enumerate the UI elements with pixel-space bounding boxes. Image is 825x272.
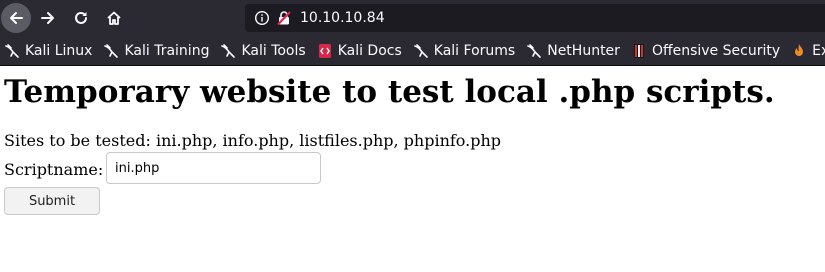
scriptname-input[interactable] <box>106 152 321 184</box>
bookmark-label: Kali Forums <box>433 42 516 59</box>
browser-toolbar: 10.10.10.84 <box>0 0 825 36</box>
page-content: Temporary website to test local .php scr… <box>0 66 825 272</box>
kali-docs-icon <box>317 43 333 59</box>
scriptname-label: Scriptname: <box>4 160 104 179</box>
exploit-db-icon <box>791 43 807 59</box>
bookmark-exploit-db[interactable]: Exploit <box>787 39 825 63</box>
kali-dragon-icon <box>4 43 20 59</box>
back-arrow-icon <box>10 12 23 24</box>
reload-button[interactable] <box>66 3 96 33</box>
bookmark-kali-linux[interactable]: Kali Linux <box>0 39 97 63</box>
bookmarks-toolbar: Kali Linux Kali Training Kali Tools Kali… <box>0 36 825 66</box>
url-bar[interactable]: 10.10.10.84 <box>245 4 825 32</box>
kali-dragon-icon <box>413 43 429 59</box>
url-text[interactable]: 10.10.10.84 <box>300 10 385 26</box>
kali-dragon-icon <box>526 43 542 59</box>
bookmark-kali-docs[interactable]: Kali Docs <box>313 39 407 63</box>
forward-arrow-icon <box>41 12 54 24</box>
kali-dragon-icon <box>103 43 119 59</box>
bookmark-label: Kali Training <box>124 42 210 59</box>
home-icon <box>107 11 121 25</box>
bookmark-kali-tools[interactable]: Kali Tools <box>216 39 310 63</box>
info-icon[interactable] <box>254 10 270 26</box>
bookmark-label: Kali Tools <box>241 42 306 59</box>
reload-icon <box>75 11 87 24</box>
bookmark-label: Kali Linux <box>25 42 93 59</box>
page-title: Temporary website to test local .php scr… <box>4 74 775 110</box>
offsec-icon <box>631 43 647 59</box>
submit-button[interactable]: Submit <box>4 187 100 215</box>
bookmark-label: Exploit <box>812 42 825 59</box>
bookmark-label: Offensive Security <box>651 42 781 59</box>
home-button[interactable] <box>99 3 129 33</box>
bookmark-label: NetHunter <box>547 42 620 59</box>
sites-to-test-text: Sites to be tested: ini.php, info.php, l… <box>4 131 502 150</box>
forward-button[interactable] <box>33 3 63 33</box>
bookmark-label: Kali Docs <box>337 42 402 59</box>
insecure-lock-icon[interactable] <box>276 10 292 26</box>
bookmark-offensive-security[interactable]: Offensive Security <box>627 39 785 63</box>
bookmark-nethunter[interactable]: NetHunter <box>522 39 625 63</box>
bookmark-kali-training[interactable]: Kali Training <box>99 39 214 63</box>
bookmark-kali-forums[interactable]: Kali Forums <box>409 39 520 63</box>
kali-dragon-icon <box>220 43 236 59</box>
back-button[interactable] <box>1 3 31 33</box>
